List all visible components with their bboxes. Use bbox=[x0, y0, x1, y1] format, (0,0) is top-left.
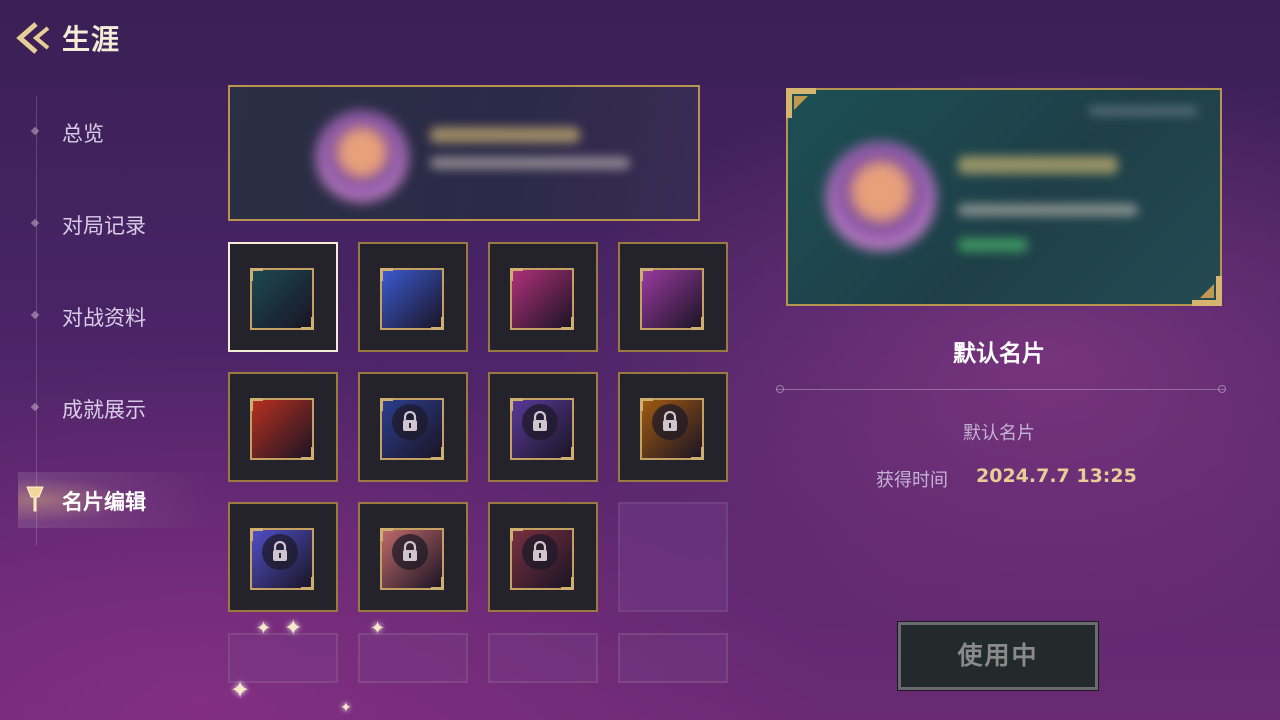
divider bbox=[776, 385, 1226, 393]
nav-dot bbox=[30, 218, 40, 228]
name-card-tile[interactable] bbox=[228, 242, 338, 352]
name-card-tile[interactable] bbox=[618, 242, 728, 352]
name-card-tile[interactable] bbox=[488, 372, 598, 482]
lock-icon bbox=[262, 534, 298, 570]
blurred-info bbox=[430, 157, 630, 169]
blurred-info bbox=[958, 204, 1138, 216]
sidebar-item-label: 名片编辑 bbox=[62, 490, 146, 514]
lock-icon bbox=[392, 404, 428, 440]
corner-ornament bbox=[561, 317, 574, 330]
corner-ornament bbox=[250, 528, 263, 541]
corner-ornament bbox=[640, 268, 653, 281]
corner-ornament bbox=[380, 528, 393, 541]
sidebar-item-battle-stats[interactable]: 对战资料 bbox=[28, 296, 198, 336]
corner-ornament bbox=[510, 268, 523, 281]
grid-tile-partial[interactable] bbox=[358, 633, 468, 683]
blurred-avatar bbox=[316, 111, 408, 203]
name-card-tile[interactable] bbox=[228, 372, 338, 482]
card-thumbnail bbox=[380, 268, 444, 330]
lock-icon bbox=[522, 534, 558, 570]
sidebar-item-card-edit[interactable]: 名片编辑 bbox=[18, 472, 258, 528]
blurred-name bbox=[958, 156, 1118, 174]
corner-ornament bbox=[640, 398, 653, 411]
back-icon[interactable] bbox=[14, 20, 54, 56]
nav-dot bbox=[30, 310, 40, 320]
corner-ornament bbox=[561, 447, 574, 460]
sparkle-decoration: ✦ bbox=[230, 676, 251, 704]
blurred-name bbox=[430, 127, 580, 143]
sparkle-decoration: ✦ bbox=[284, 616, 303, 641]
sparkle-decoration: ✦ bbox=[340, 700, 352, 716]
card-thumbnail bbox=[510, 268, 574, 330]
corner-ornament bbox=[301, 577, 314, 590]
corner-ornament bbox=[691, 447, 704, 460]
sidebar-item-match-history[interactable]: 对局记录 bbox=[28, 204, 198, 244]
name-card-tile[interactable] bbox=[358, 242, 468, 352]
gold-corner-icon bbox=[786, 88, 816, 118]
corner-ornament bbox=[301, 317, 314, 330]
sidebar-item-label: 成就展示 bbox=[62, 398, 146, 422]
blurred-badge bbox=[958, 238, 1028, 252]
name-card-tile[interactable] bbox=[358, 372, 468, 482]
nav-dot bbox=[30, 126, 40, 136]
divider-dot bbox=[776, 385, 784, 393]
corner-ornament bbox=[380, 268, 393, 281]
page-title: 生涯 bbox=[62, 23, 121, 56]
corner-ornament bbox=[380, 398, 393, 411]
card-name-title: 默认名片 bbox=[953, 341, 1045, 367]
lock-icon bbox=[522, 404, 558, 440]
obtained-time-label: 获得时间 bbox=[876, 470, 948, 491]
sidebar-item-label: 总览 bbox=[62, 122, 104, 146]
corner-ornament bbox=[561, 577, 574, 590]
name-card-tile[interactable] bbox=[488, 502, 598, 612]
blurred-id bbox=[1088, 106, 1198, 116]
lock-icon bbox=[392, 534, 428, 570]
corner-ornament bbox=[301, 447, 314, 460]
grid-tile-partial[interactable] bbox=[488, 633, 598, 683]
corner-ornament bbox=[510, 398, 523, 411]
sidebar-item-label: 对局记录 bbox=[62, 214, 146, 238]
lock-icon bbox=[652, 404, 688, 440]
active-marker-icon bbox=[24, 484, 46, 514]
card-description: 默认名片 bbox=[963, 423, 1035, 444]
sidebar-item-label: 对战资料 bbox=[62, 306, 146, 330]
sidebar-item-overview[interactable]: 总览 bbox=[28, 112, 198, 152]
current-card-preview bbox=[228, 85, 700, 221]
corner-ornament bbox=[431, 447, 444, 460]
corner-ornament bbox=[250, 268, 263, 281]
grid-tile-partial[interactable] bbox=[618, 633, 728, 683]
nav-dot bbox=[30, 402, 40, 412]
blurred-avatar bbox=[826, 142, 936, 252]
selected-card-preview bbox=[786, 88, 1222, 306]
card-thumbnail bbox=[640, 268, 704, 330]
name-card-tile[interactable] bbox=[618, 372, 728, 482]
gold-corner-icon bbox=[1192, 276, 1222, 306]
sparkle-decoration: ✦ bbox=[256, 618, 272, 639]
divider-dot bbox=[1218, 385, 1226, 393]
corner-ornament bbox=[250, 398, 263, 411]
obtained-time-value: 2024.7.7 13:25 bbox=[976, 465, 1137, 487]
sidebar-item-achievements[interactable]: 成就展示 bbox=[28, 388, 198, 428]
card-thumbnail bbox=[250, 268, 314, 330]
name-card-tile[interactable] bbox=[488, 242, 598, 352]
sparkle-decoration: ✦ bbox=[370, 618, 386, 639]
name-card-tile[interactable] bbox=[618, 502, 728, 612]
name-card-tile[interactable] bbox=[358, 502, 468, 612]
corner-ornament bbox=[431, 317, 444, 330]
corner-ornament bbox=[691, 317, 704, 330]
corner-ornament bbox=[510, 528, 523, 541]
card-thumbnail bbox=[250, 398, 314, 460]
name-card-tile[interactable] bbox=[228, 502, 338, 612]
corner-ornament bbox=[431, 577, 444, 590]
in-use-button[interactable]: 使用中 bbox=[897, 621, 1099, 691]
